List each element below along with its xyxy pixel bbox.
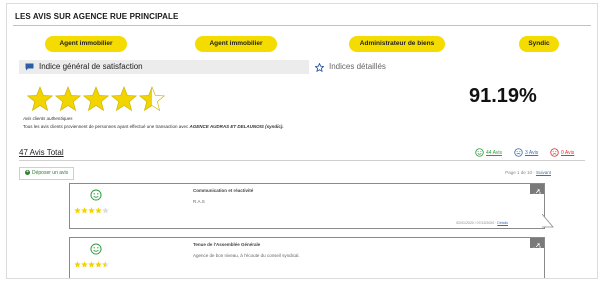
tab-general[interactable]: Indice général de satisfaction [19, 60, 309, 74]
post-review-button[interactable]: + Déposer un avis [19, 167, 75, 180]
frown-icon [550, 148, 559, 157]
negative-count-label: 0 Avis [561, 150, 575, 156]
category-pill-agent-1[interactable]: Agent immobilier [45, 36, 127, 52]
category-pill-syndic[interactable]: Syndic [519, 36, 559, 52]
reviews-panel: LES AVIS SUR AGENCE RUE PRINCIPALE Agent… [6, 3, 598, 279]
smile-icon [475, 148, 484, 157]
star-icon [55, 86, 81, 111]
total-reviews-link[interactable]: 47 Avis Total [19, 148, 64, 157]
review-dates: 02/01/2020 / 07/12/2020 · [456, 221, 497, 225]
empty-star-icon [102, 207, 109, 214]
agency-name: AGENCE AUDRAS ET DELAUNOIS (syndic). [189, 124, 284, 129]
page-title: LES AVIS SUR AGENCE RUE PRINCIPALE [15, 12, 179, 21]
star-icon [88, 261, 95, 268]
share-icon [533, 243, 541, 249]
authentic-description: Tous les avis clients proviennent de per… [23, 124, 284, 129]
review-meta: 02/01/2020 / 07/12/2020 · Détails [456, 221, 508, 225]
neutral-face-icon [514, 148, 523, 157]
review-details-link[interactable]: Détails [497, 221, 508, 225]
share-button[interactable] [530, 238, 544, 249]
category-pill-administrateur[interactable]: Administrateur de biens [349, 36, 445, 52]
review-stars [74, 207, 109, 214]
star-icon [111, 86, 137, 111]
tab-general-label: Indice général de satisfaction [39, 62, 143, 71]
star-icon [81, 261, 88, 268]
rating-stars [27, 86, 165, 111]
tab-details[interactable]: Indices détaillés [309, 60, 587, 74]
pagination-text: Page 1 de 10 · [505, 170, 535, 175]
star-icon [88, 207, 95, 214]
next-page-link[interactable]: Suivant [536, 170, 551, 175]
share-icon [533, 189, 541, 195]
half-star-icon [139, 86, 165, 111]
share-button[interactable] [530, 184, 544, 195]
category-pill-agent-2[interactable]: Agent immobilier [195, 36, 277, 52]
review-text: Agence de bon niveau, à l'écoute du cons… [193, 253, 300, 258]
description-text: Tous les avis clients proviennent de per… [23, 124, 189, 129]
review-card: Tenue de l'Assemblée Générale Agence de … [69, 237, 545, 278]
authentic-note: Avis clients authentiques [23, 116, 73, 121]
pagination: Page 1 de 10 · Suivant [505, 170, 551, 175]
star-icon [81, 207, 88, 214]
review-title: Communication et réactivité [193, 188, 254, 193]
smile-icon [90, 243, 102, 255]
speech-tail [542, 214, 554, 228]
sentiment-counts: 44 Avis 3 Avis 0 Avis [475, 148, 585, 158]
positive-count-label: 44 Avis [486, 150, 503, 156]
comment-icon [25, 63, 34, 71]
review-text: R.A.S [193, 199, 205, 204]
half-star-icon [102, 261, 109, 268]
category-pills: Agent immobilier Agent immobilier Admini… [7, 36, 597, 54]
post-review-label: Déposer un avis [32, 170, 69, 176]
tab-details-label: Indices détaillés [329, 62, 386, 71]
review-card: Communication et réactivité R.A.S 02/01/… [69, 183, 554, 229]
neutral-count-label: 3 Avis [525, 150, 539, 156]
star-outline-icon [315, 63, 324, 72]
star-icon [95, 207, 102, 214]
star-icon [74, 207, 81, 214]
plus-icon: + [25, 169, 30, 176]
review-title: Tenue de l'Assemblée Générale [193, 242, 261, 247]
star-icon [83, 86, 109, 111]
star-icon [74, 261, 81, 268]
review-stars [74, 261, 109, 268]
rating-tabs: Indice général de satisfaction Indices d… [19, 60, 587, 74]
title-divider [13, 25, 591, 26]
star-icon [27, 86, 53, 111]
satisfaction-score: 91.19% [469, 85, 537, 107]
summary-divider [19, 160, 585, 161]
smile-icon [90, 189, 102, 201]
star-icon [95, 261, 102, 268]
